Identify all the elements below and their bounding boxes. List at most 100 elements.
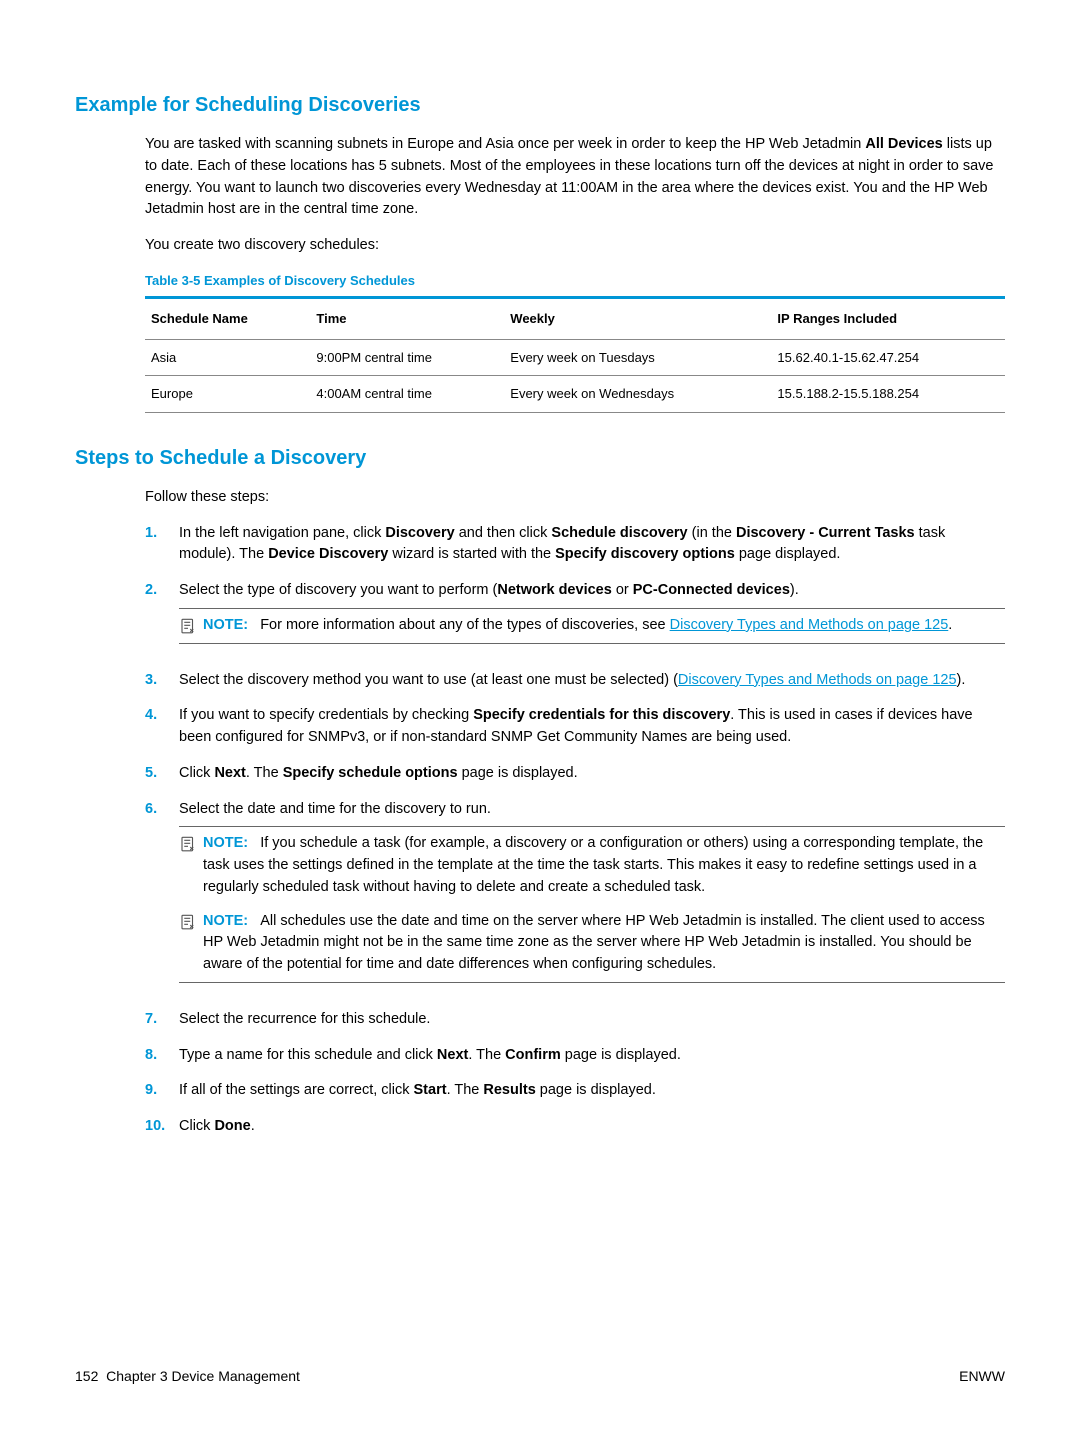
cell: 4:00AM central time	[310, 376, 504, 413]
step-number: 3.	[145, 670, 179, 692]
step-number: 10.	[145, 1116, 179, 1138]
text: All schedules use the date and time on t…	[203, 913, 985, 973]
text: page is displayed.	[536, 1082, 656, 1098]
text: .	[251, 1118, 255, 1134]
text: . The	[246, 765, 283, 781]
link-discovery-types[interactable]: Discovery Types and Methods on page 125	[678, 672, 957, 688]
step-number: 8.	[145, 1045, 179, 1067]
note-icon	[179, 911, 199, 976]
bold-text: Done	[214, 1118, 250, 1134]
step-text: If you want to specify credentials by ch…	[179, 705, 1005, 749]
col-schedule-name: Schedule Name	[145, 298, 310, 340]
cell: Europe	[145, 376, 310, 413]
text: . The	[447, 1082, 484, 1098]
bold-text: All Devices	[865, 136, 942, 152]
step-number: 2.	[145, 580, 179, 656]
step-text: Type a name for this schedule and click …	[179, 1045, 1005, 1067]
note-icon	[179, 833, 199, 898]
text: or	[612, 582, 633, 598]
step-text: Select the type of discovery you want to…	[179, 580, 1005, 602]
step-text: Select the recurrence for this schedule.	[179, 1009, 1005, 1031]
note-label: NOTE:	[203, 913, 248, 929]
footer-right: ENWW	[959, 1366, 1005, 1387]
list-item: 9. If all of the settings are correct, c…	[145, 1080, 1005, 1102]
cell: 9:00PM central time	[310, 339, 504, 376]
step-text: Click Done.	[179, 1116, 1005, 1138]
bold-text: Schedule discovery	[551, 525, 687, 541]
text: You are tasked with scanning subnets in …	[145, 136, 865, 152]
note-text: NOTE: For more information about any of …	[203, 615, 1005, 637]
page-footer: 152 Chapter 3 Device Management ENWW	[75, 1366, 1005, 1387]
text: Type a name for this schedule and click	[179, 1047, 437, 1063]
text: ).	[957, 672, 966, 688]
text: If you schedule a task (for example, a d…	[203, 835, 983, 895]
step-text: If all of the settings are correct, clic…	[179, 1080, 1005, 1102]
list-item: 5. Click Next. The Specify schedule opti…	[145, 763, 1005, 785]
bold-text: Discovery	[385, 525, 454, 541]
bold-text: Specify schedule options	[283, 765, 458, 781]
text: page displayed.	[735, 546, 841, 562]
table-row: Asia 9:00PM central time Every week on T…	[145, 339, 1005, 376]
bold-text: Start	[414, 1082, 447, 1098]
link-discovery-types[interactable]: Discovery Types and Methods on page 125	[670, 617, 949, 633]
step-number: 9.	[145, 1080, 179, 1102]
cell: Every week on Wednesdays	[504, 376, 771, 413]
text: .	[948, 617, 952, 633]
note-label: NOTE:	[203, 835, 248, 851]
paragraph: You create two discovery schedules:	[145, 235, 1005, 257]
list-item: 3. Select the discovery method you want …	[145, 670, 1005, 692]
text: Select the discovery method you want to …	[179, 672, 678, 688]
list-item: 7. Select the recurrence for this schedu…	[145, 1009, 1005, 1031]
list-item: 1. In the left navigation pane, click Di…	[145, 523, 1005, 567]
note-block: NOTE: All schedules use the date and tim…	[179, 905, 1005, 983]
bold-text: Confirm	[505, 1047, 561, 1063]
col-ip-ranges: IP Ranges Included	[771, 298, 1005, 340]
bold-text: Next	[214, 765, 245, 781]
text: If you want to specify credentials by ch…	[179, 707, 473, 723]
list-item: 8. Type a name for this schedule and cli…	[145, 1045, 1005, 1067]
note-text: NOTE: If you schedule a task (for exampl…	[203, 833, 1005, 898]
discovery-schedule-table: Schedule Name Time Weekly IP Ranges Incl…	[145, 296, 1005, 413]
step-number: 5.	[145, 763, 179, 785]
text: ).	[790, 582, 799, 598]
step-text: Click Next. The Specify schedule options…	[179, 763, 1005, 785]
note-label: NOTE:	[203, 617, 248, 633]
note-block: NOTE: For more information about any of …	[179, 608, 1005, 644]
text: In the left navigation pane, click	[179, 525, 385, 541]
text: Select the type of discovery you want to…	[179, 582, 497, 598]
cell: 15.62.40.1-15.62.47.254	[771, 339, 1005, 376]
step-number: 4.	[145, 705, 179, 749]
bold-text: Device Discovery	[268, 546, 388, 562]
bold-text: Network devices	[497, 582, 611, 598]
text: If all of the settings are correct, clic…	[179, 1082, 414, 1098]
bold-text: PC-Connected devices	[633, 582, 790, 598]
table-row: Europe 4:00AM central time Every week on…	[145, 376, 1005, 413]
bold-text: Next	[437, 1047, 468, 1063]
text: Click	[179, 1118, 214, 1134]
heading-example-scheduling: Example for Scheduling Discoveries	[75, 90, 1005, 120]
page-number: 152	[75, 1368, 98, 1384]
col-weekly: Weekly	[504, 298, 771, 340]
bold-text: Discovery - Current Tasks	[736, 525, 915, 541]
paragraph: Follow these steps:	[145, 487, 1005, 509]
note-text: NOTE: All schedules use the date and tim…	[203, 911, 1005, 976]
step-text: Select the date and time for the discove…	[179, 799, 1005, 821]
table-header-row: Schedule Name Time Weekly IP Ranges Incl…	[145, 298, 1005, 340]
note-icon	[179, 615, 199, 637]
chapter-label: Chapter 3 Device Management	[106, 1368, 300, 1384]
col-time: Time	[310, 298, 504, 340]
text: Click	[179, 765, 214, 781]
cell: 15.5.188.2-15.5.188.254	[771, 376, 1005, 413]
text: page is displayed.	[458, 765, 578, 781]
text: (in the	[688, 525, 736, 541]
text: and then click	[455, 525, 552, 541]
step-text: Select the discovery method you want to …	[179, 670, 1005, 692]
bold-text: Specify discovery options	[555, 546, 735, 562]
list-item: 2. Select the type of discovery you want…	[145, 580, 1005, 656]
list-item: 6. Select the date and time for the disc…	[145, 799, 1005, 995]
text: For more information about any of the ty…	[260, 617, 669, 633]
cell: Asia	[145, 339, 310, 376]
list-item: 10. Click Done.	[145, 1116, 1005, 1138]
text: . The	[468, 1047, 505, 1063]
heading-steps-schedule: Steps to Schedule a Discovery	[75, 443, 1005, 473]
